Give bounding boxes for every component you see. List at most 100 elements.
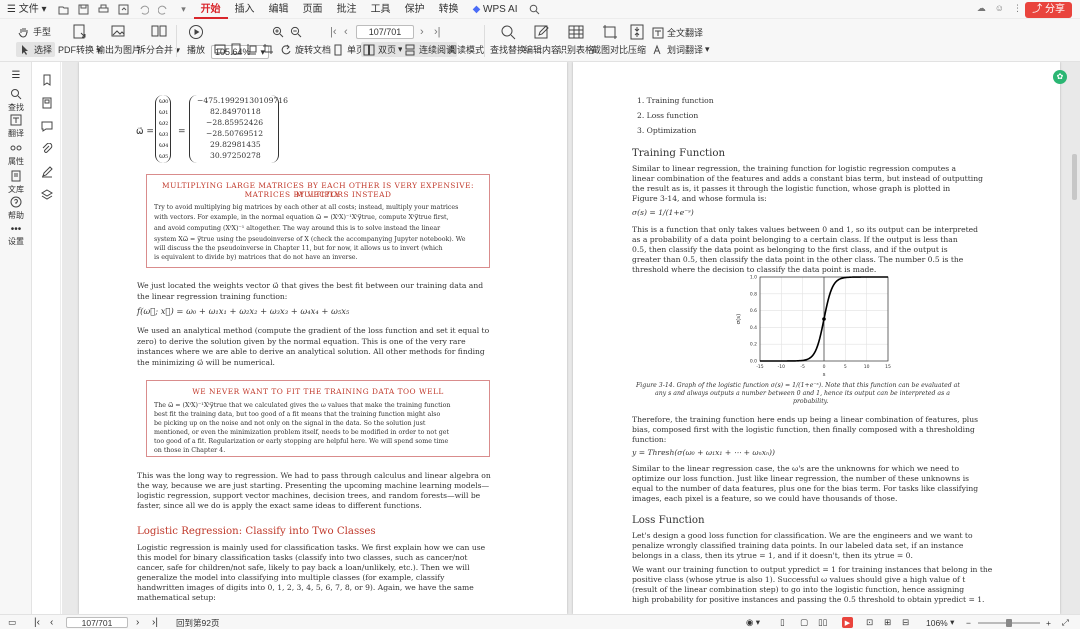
page-number-input[interactable]: 107/701 bbox=[356, 25, 414, 39]
word-translate-button[interactable]: 划词翻译 ▾ bbox=[652, 43, 710, 56]
more-icon[interactable]: ▾ bbox=[177, 2, 191, 16]
view-mode-icon[interactable]: ◉ ▾ bbox=[746, 617, 760, 628]
thumbnail-icon[interactable] bbox=[41, 97, 53, 109]
share-button[interactable]: ⤴ 分享 bbox=[1025, 2, 1072, 18]
actual-size-button[interactable] bbox=[246, 43, 261, 55]
tab-home[interactable]: 开始 bbox=[193, 0, 228, 19]
reading-mode-button[interactable]: 阅读模式 bbox=[448, 43, 484, 56]
navigation-panel bbox=[33, 62, 61, 614]
print-icon[interactable] bbox=[97, 2, 111, 16]
play-button[interactable]: 播放 bbox=[187, 24, 205, 56]
save-icon[interactable] bbox=[77, 2, 91, 16]
sidebar-item-settings[interactable]: ••• 设置 bbox=[0, 224, 32, 247]
crop-button[interactable] bbox=[262, 43, 277, 55]
zoom-in-button[interactable] bbox=[272, 26, 287, 38]
back-to-page-link[interactable]: 回到第92页 bbox=[176, 617, 219, 628]
last-page-icon[interactable]: ›| bbox=[152, 617, 158, 628]
tab-page[interactable]: 页面 bbox=[296, 0, 330, 19]
properties-icon bbox=[10, 145, 22, 151]
divider bbox=[176, 25, 177, 57]
page-number-input[interactable]: 107/701 bbox=[66, 617, 128, 628]
bookmark-icon[interactable] bbox=[41, 74, 53, 86]
tab-tools[interactable]: 工具 bbox=[364, 0, 398, 19]
prev-page-icon[interactable]: ‹ bbox=[50, 617, 53, 628]
callout-line: mentioned, or even the minimization prob… bbox=[154, 429, 450, 436]
callout-title: MATRICES BY VECTORS INSTEAD bbox=[244, 190, 392, 199]
zoom-out-button[interactable] bbox=[290, 26, 305, 38]
crop-icon[interactable]: ⊞ bbox=[884, 617, 891, 628]
signature-icon[interactable] bbox=[41, 166, 53, 178]
callout-line: and avoid computing (XᵗX)⁻¹ altogether. … bbox=[154, 225, 441, 232]
tab-insert[interactable]: 插入 bbox=[228, 0, 262, 19]
first-page-button[interactable]: |‹ bbox=[330, 26, 337, 38]
export-icon[interactable] bbox=[117, 2, 131, 16]
sidebar-item-library[interactable]: 文库 bbox=[0, 170, 32, 195]
open-icon[interactable] bbox=[57, 2, 71, 16]
menu-icon[interactable]: ⋮ bbox=[1013, 3, 1022, 14]
sidebar-item-translate[interactable]: 翻译 bbox=[0, 114, 32, 139]
fullscreen-icon[interactable]: ⤢ bbox=[1062, 617, 1069, 628]
single-page-icon[interactable]: ▯ bbox=[780, 617, 785, 628]
full-translate-button[interactable]: 全文翻译 bbox=[652, 26, 703, 39]
tab-protect[interactable]: 保护 bbox=[398, 0, 432, 19]
select-tool-button[interactable]: 选择 bbox=[16, 42, 56, 57]
zoom-slider-handle[interactable] bbox=[1006, 618, 1012, 627]
redo-icon[interactable] bbox=[157, 2, 171, 16]
pdf-convert-button[interactable]: PDF转换 ▾ bbox=[58, 24, 101, 56]
next-page-icon[interactable]: › bbox=[136, 617, 139, 628]
library-icon bbox=[11, 170, 21, 182]
to-image-button[interactable]: 输出为图片 bbox=[96, 24, 141, 56]
edit-content-button[interactable]: 编辑内容 bbox=[524, 24, 560, 56]
prev-page-button[interactable]: ‹ bbox=[344, 26, 348, 38]
fit-width-icon[interactable]: ⊡ bbox=[866, 617, 873, 628]
fit-width-button[interactable] bbox=[214, 43, 229, 55]
tab-annotate[interactable]: 批注 bbox=[330, 0, 364, 19]
double-page-icon[interactable]: ▯▯ bbox=[818, 617, 827, 628]
first-page-icon[interactable]: |‹ bbox=[34, 617, 40, 628]
double-page-button[interactable]: 双页 ▾ bbox=[361, 42, 405, 57]
undo-icon[interactable] bbox=[137, 2, 151, 16]
find-replace-button[interactable]: 查找替换 bbox=[490, 24, 526, 56]
paragraph-line: bias, composed first with the logistic f… bbox=[632, 425, 975, 434]
callout-line: be picking up on the noise and not only … bbox=[154, 420, 426, 427]
sidebar-collapse-button[interactable]: ☰ bbox=[0, 70, 32, 81]
tab-convert[interactable]: 转换 bbox=[432, 0, 466, 19]
cloud-icon[interactable]: ☁ bbox=[977, 3, 986, 14]
hand-tool-button[interactable]: 手型 bbox=[18, 25, 51, 38]
zoom-out-icon[interactable]: − bbox=[966, 617, 971, 628]
vertical-scrollbar[interactable] bbox=[1072, 154, 1077, 200]
paragraph-line: as a probability of a data point belongi… bbox=[632, 235, 958, 244]
comment-icon[interactable] bbox=[41, 120, 53, 132]
sidebar-item-properties[interactable]: 属性 bbox=[0, 142, 32, 167]
tab-wps-ai[interactable]: ◆ WPS AI bbox=[466, 0, 525, 19]
play-icon[interactable]: ▶ bbox=[842, 617, 853, 628]
callout-line: will discuss the the pseudoinverse in Ch… bbox=[154, 245, 443, 252]
sidebar-item-help[interactable]: 帮助 bbox=[0, 196, 32, 221]
fit-page-icon[interactable]: ▢ bbox=[800, 617, 808, 628]
user-icon[interactable]: ☺ bbox=[995, 3, 1004, 14]
attachment-icon[interactable] bbox=[41, 143, 53, 155]
next-page-button[interactable]: › bbox=[420, 26, 424, 38]
screenshot-compare-button[interactable]: 截图对比 bbox=[592, 24, 628, 56]
recognize-table-button[interactable]: 识别表格 bbox=[558, 24, 594, 56]
zoom-slider[interactable] bbox=[978, 617, 1040, 628]
fit-page-button[interactable] bbox=[230, 43, 245, 55]
logistic-formula: σ(s) = 1/(1+e⁻ˢ) bbox=[632, 208, 694, 217]
sidebar-item-find[interactable]: 查找 bbox=[0, 88, 32, 113]
zoom-in-icon[interactable]: + bbox=[1046, 617, 1051, 628]
zoom-value[interactable]: 106% ▾ bbox=[926, 617, 954, 628]
document-canvas[interactable]: ω⃗ = ω₀ ω₁ ω₂ ω₃ ω₄ ω₅ = −475.1992913010… bbox=[62, 62, 1080, 614]
last-page-button[interactable]: ›| bbox=[434, 26, 441, 38]
split-merge-button[interactable]: 拆分合并 ▾ bbox=[137, 24, 180, 56]
sidebar-toggle-icon[interactable]: ▭ bbox=[8, 617, 16, 628]
callout-title: WE NEVER WANT TO FIT THE TRAINING DATA T… bbox=[192, 387, 444, 396]
assistant-badge-icon[interactable]: ✿ bbox=[1053, 70, 1067, 84]
file-menu[interactable]: ☰ 文件 ▾ bbox=[0, 0, 54, 19]
actual-size-icon[interactable]: ⊟ bbox=[902, 617, 909, 628]
logistic-function-chart: -15 -10 -5 0 5 10 15 0.0 0.2 0.4 0.6 0.8 1.0 s σ(s) bbox=[736, 275, 891, 379]
search-icon[interactable] bbox=[528, 2, 542, 16]
layers-icon[interactable] bbox=[41, 189, 53, 201]
rotate-button[interactable]: 旋转文档 bbox=[280, 43, 331, 56]
tab-edit[interactable]: 编辑 bbox=[262, 0, 296, 19]
compress-button[interactable]: 压缩 bbox=[628, 24, 646, 56]
